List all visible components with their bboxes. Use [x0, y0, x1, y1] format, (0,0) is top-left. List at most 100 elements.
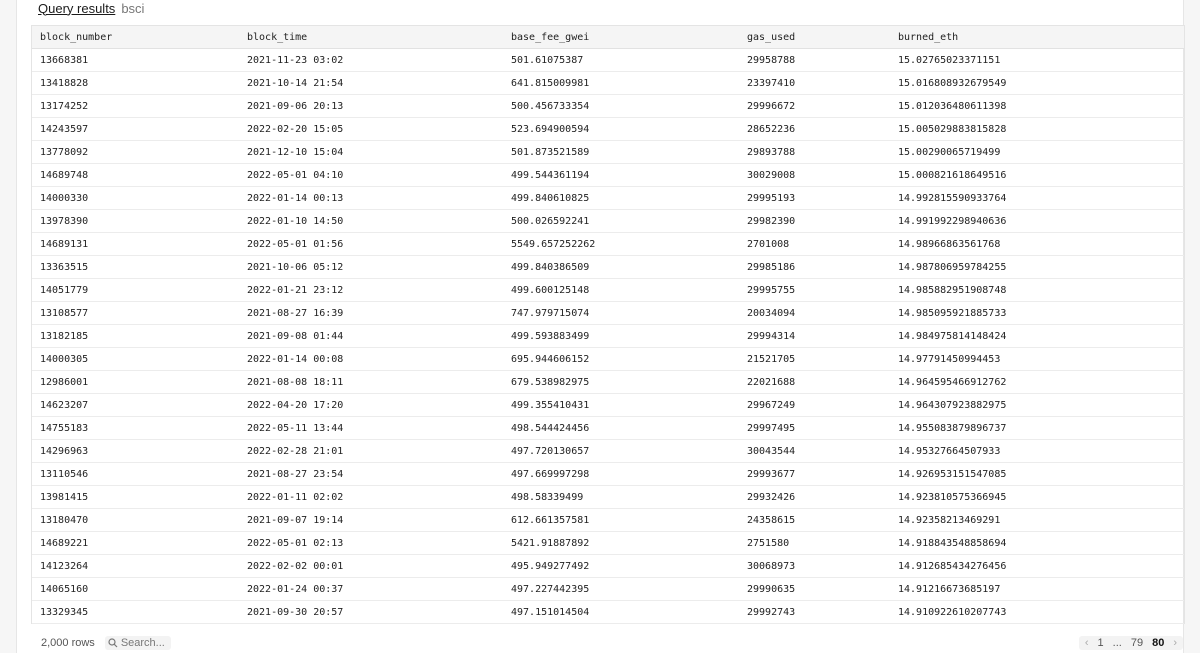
cell-burned-eth: 14.985882951908748: [890, 278, 1184, 302]
page-current[interactable]: 80: [1152, 637, 1164, 649]
cell-block-time: 2022-02-28 21:01: [239, 439, 503, 463]
cell-base-fee-gwei: 499.840386509: [503, 255, 739, 279]
chevron-left-icon[interactable]: ‹: [1085, 637, 1089, 649]
table-row[interactable]: 13668381 2021-11-23 03:02 501.61075387 2995…: [32, 48, 1184, 72]
table-row[interactable]: 14051779 2022-01-21 23:12 499.600125148 299…: [32, 278, 1184, 302]
cell-block-time: 2022-05-01 04:10: [239, 163, 503, 187]
cell-block-number: 13180470: [32, 508, 239, 532]
cell-burned-eth: 14.98966863561768: [890, 232, 1184, 256]
row-count: 2,000 rows: [41, 637, 95, 649]
cell-block-number: 13363515: [32, 255, 239, 279]
cell-gas-used: 29985186: [739, 255, 890, 279]
cell-block-time: 2022-01-24 00:37: [239, 577, 503, 601]
cell-block-number: 14051779: [32, 278, 239, 302]
cell-block-time: 2021-10-14 21:54: [239, 71, 503, 95]
column-header-burned-eth[interactable]: burned_eth: [890, 26, 1184, 49]
column-header-block-number[interactable]: block_number: [32, 26, 239, 49]
cell-block-number: 12986001: [32, 370, 239, 394]
cell-block-number: 14296963: [32, 439, 239, 463]
table-row[interactable]: 14689748 2022-05-01 04:10 499.544361194 300…: [32, 163, 1184, 187]
table-row[interactable]: 14755183 2022-05-11 13:44 498.544424456 299…: [32, 416, 1184, 440]
cell-gas-used: 30029008: [739, 163, 890, 187]
cell-block-number: 13182185: [32, 324, 239, 348]
page-first[interactable]: 1: [1098, 637, 1104, 649]
cell-base-fee-gwei: 497.720130657: [503, 439, 739, 463]
cell-burned-eth: 14.91216673685197: [890, 577, 1184, 601]
column-header-base-fee-gwei[interactable]: base_fee_gwei: [503, 26, 739, 49]
table-row[interactable]: 14623207 2022-04-20 17:20 499.355410431 299…: [32, 393, 1184, 417]
query-results-link[interactable]: Query results: [38, 1, 115, 16]
table-row[interactable]: 14000305 2022-01-14 00:08 695.944606152 215…: [32, 347, 1184, 371]
results-table: block_number block_time base_fee_gwei ga…: [32, 26, 1184, 624]
cell-block-time: 2021-08-27 16:39: [239, 301, 503, 325]
table-row[interactable]: 13110546 2021-08-27 23:54 497.669997298 299…: [32, 462, 1184, 486]
page-79[interactable]: 79: [1131, 637, 1143, 649]
cell-block-time: 2021-09-30 20:57: [239, 600, 503, 624]
column-header-gas-used[interactable]: gas_used: [739, 26, 890, 49]
cell-block-number: 13981415: [32, 485, 239, 509]
table-row[interactable]: 13978390 2022-01-10 14:50 500.026592241 299…: [32, 209, 1184, 233]
cell-base-fee-gwei: 499.355410431: [503, 393, 739, 417]
table-row[interactable]: 14000330 2022-01-14 00:13 499.840610825 299…: [32, 186, 1184, 210]
pagination-box: ‹ 1 ... 79 80 ›: [1078, 636, 1183, 650]
cell-gas-used: 29993677: [739, 462, 890, 486]
table-row[interactable]: 13174252 2021-09-06 20:13 500.456733354 299…: [32, 94, 1184, 118]
table-header-row: block_number block_time base_fee_gwei ga…: [32, 26, 1184, 49]
cell-burned-eth: 15.00290065719499: [890, 140, 1184, 164]
cell-block-time: 2021-12-10 15:04: [239, 140, 503, 164]
cell-base-fee-gwei: 5549.657252262: [503, 232, 739, 256]
table-row[interactable]: 14243597 2022-02-20 15:05 523.694900594 286…: [32, 117, 1184, 141]
table-row[interactable]: 13108577 2021-08-27 16:39 747.979715074 200…: [32, 301, 1184, 325]
table-row[interactable]: 14296963 2022-02-28 21:01 497.720130657 300…: [32, 439, 1184, 463]
cell-gas-used: 29996672: [739, 94, 890, 118]
table-row[interactable]: 14123264 2022-02-02 00:01 495.949277492 300…: [32, 554, 1184, 578]
cell-block-time: 2022-01-14 00:08: [239, 347, 503, 371]
chevron-right-icon[interactable]: ›: [1173, 637, 1177, 649]
table-row[interactable]: 13180470 2021-09-07 19:14 612.661357581 243…: [32, 508, 1184, 532]
cell-burned-eth: 15.016808932679549: [890, 71, 1184, 95]
table-row[interactable]: 13363515 2021-10-06 05:12 499.840386509 299…: [32, 255, 1184, 279]
cell-block-number: 13108577: [32, 301, 239, 325]
cell-block-time: 2022-04-20 17:20: [239, 393, 503, 417]
cell-burned-eth: 15.012036480611398: [890, 94, 1184, 118]
cell-gas-used: 29994314: [739, 324, 890, 348]
table-row[interactable]: 14689221 2022-05-01 02:13 5421.91887892 275…: [32, 531, 1184, 555]
cell-block-number: 13668381: [32, 48, 239, 72]
table-row[interactable]: 14689131 2022-05-01 01:56 5549.657252262 27…: [32, 232, 1184, 256]
pagination-ellipsis: ...: [1112, 637, 1122, 649]
cell-gas-used: 29982390: [739, 209, 890, 233]
table-row[interactable]: 13981415 2022-01-11 02:02 498.58339499 2993…: [32, 485, 1184, 509]
table-row[interactable]: 12986001 2021-08-08 18:11 679.538982975 220…: [32, 370, 1184, 394]
cell-gas-used: 30043544: [739, 439, 890, 463]
cell-base-fee-gwei: 523.694900594: [503, 117, 739, 141]
table-row[interactable]: 14065160 2022-01-24 00:37 497.227442395 299…: [32, 577, 1184, 601]
cell-block-time: 2021-08-27 23:54: [239, 462, 503, 486]
cell-gas-used: 29997495: [739, 416, 890, 440]
cell-base-fee-gwei: 747.979715074: [503, 301, 739, 325]
cell-burned-eth: 14.918843548858694: [890, 531, 1184, 555]
cell-block-number: 13778092: [32, 140, 239, 164]
cell-base-fee-gwei: 679.538982975: [503, 370, 739, 394]
cell-block-time: 2022-01-14 00:13: [239, 186, 503, 210]
cell-burned-eth: 14.912685434276456: [890, 554, 1184, 578]
cell-block-time: 2021-09-06 20:13: [239, 94, 503, 118]
results-header: Query results bsci: [38, 0, 144, 16]
cell-gas-used: 29967249: [739, 393, 890, 417]
column-header-block-time[interactable]: block_time: [239, 26, 503, 49]
cell-block-time: 2021-11-23 03:02: [239, 48, 503, 72]
cell-block-time: 2022-05-11 13:44: [239, 416, 503, 440]
cell-block-number: 14689131: [32, 232, 239, 256]
cell-block-number: 14755183: [32, 416, 239, 440]
cell-gas-used: 29990635: [739, 577, 890, 601]
table-row[interactable]: 13778092 2021-12-10 15:04 501.873521589 298…: [32, 140, 1184, 164]
table-row[interactable]: 13329345 2021-09-30 20:57 497.151014504 299…: [32, 600, 1184, 624]
cell-base-fee-gwei: 499.600125148: [503, 278, 739, 302]
cell-gas-used: 30068973: [739, 554, 890, 578]
table-row[interactable]: 13418828 2021-10-14 21:54 641.815009981 233…: [32, 71, 1184, 95]
cell-gas-used: 2701008: [739, 232, 890, 256]
cell-burned-eth: 14.985095921885733: [890, 301, 1184, 325]
cell-burned-eth: 15.005029883815828: [890, 117, 1184, 141]
table-row[interactable]: 13182185 2021-09-08 01:44 499.593883499 299…: [32, 324, 1184, 348]
search-input[interactable]: Search...: [104, 636, 171, 650]
results-panel: Query results bsci block_number block_ti…: [16, 0, 1185, 653]
